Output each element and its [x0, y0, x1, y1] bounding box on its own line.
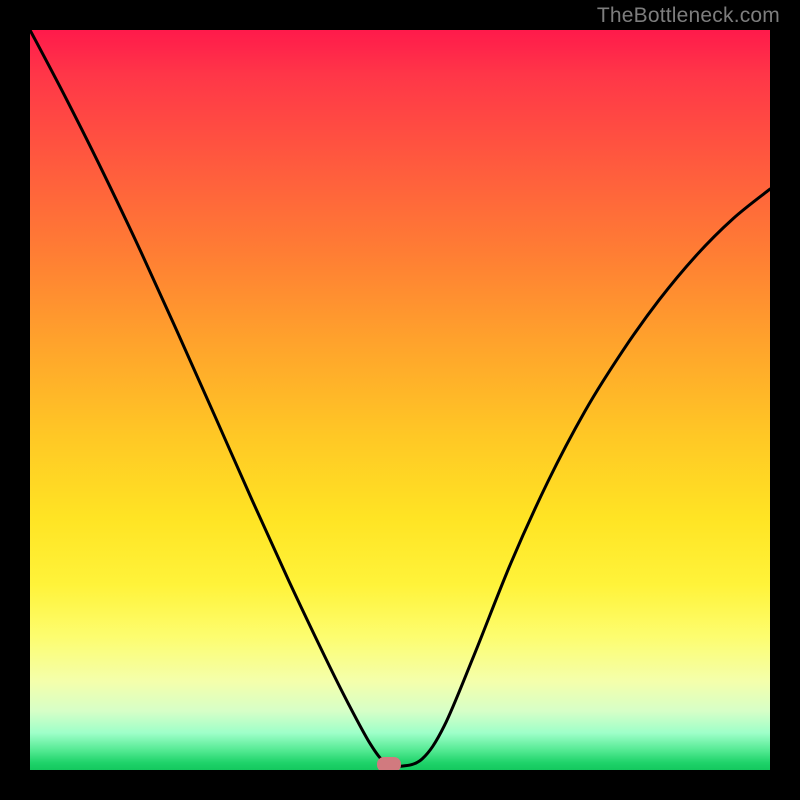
bottleneck-curve: [30, 30, 770, 770]
plot-area: [30, 30, 770, 770]
watermark-text: TheBottleneck.com: [597, 4, 780, 28]
minimum-marker: [377, 757, 401, 770]
chart-frame: TheBottleneck.com: [0, 0, 800, 800]
